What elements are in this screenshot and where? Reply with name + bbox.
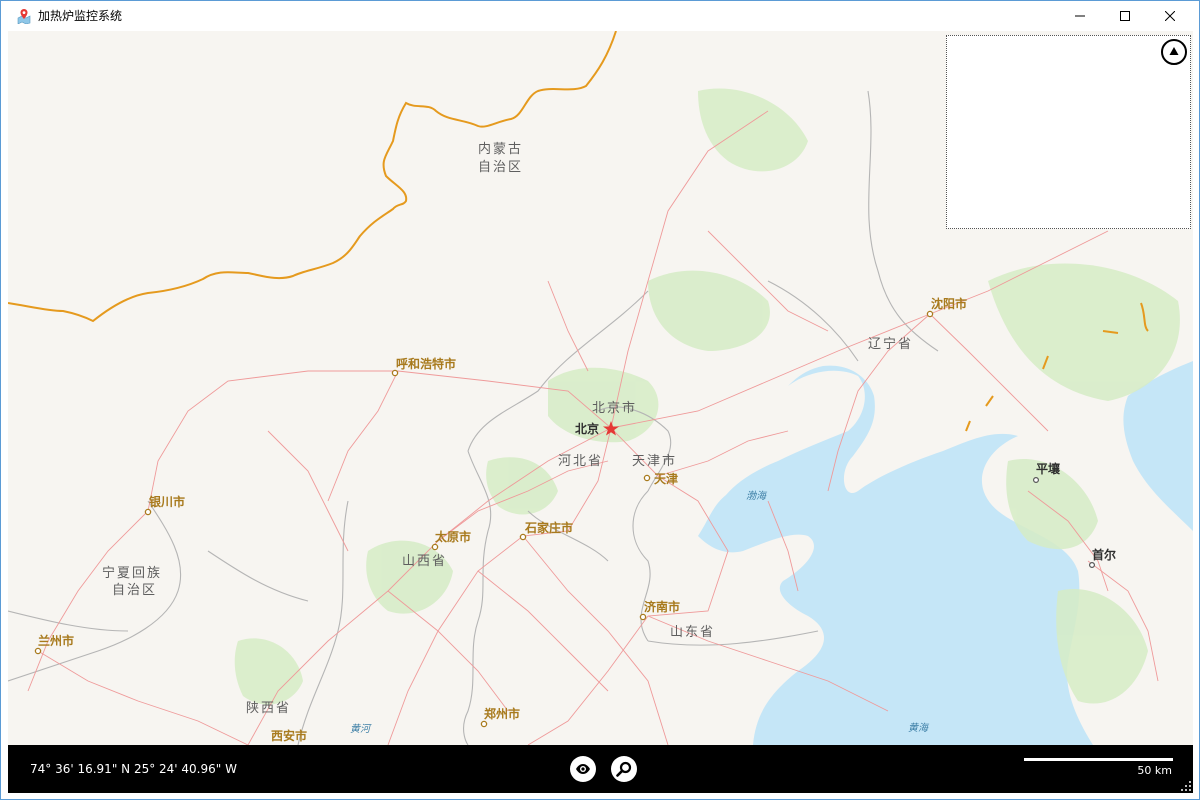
label-shandong: 山东省 [670, 625, 716, 640]
label-xian: 西安市 [271, 729, 308, 743]
label-taiyuan: 太原市 [435, 530, 472, 544]
label-jinan: 济南市 [644, 600, 681, 614]
label-bohai: 渤海 [746, 491, 766, 502]
label-pyongyang: 平壤 [1036, 462, 1061, 476]
label-shaanxi: 陕西省 [246, 701, 292, 716]
resize-grip-icon[interactable] [1181, 781, 1191, 791]
label-beijing-shi: 北京市 [592, 401, 638, 416]
city-dot-pyongyang [1032, 477, 1039, 484]
national-border [8, 31, 617, 323]
label-yinchuan: 银川市 [149, 495, 186, 509]
close-icon [1165, 11, 1175, 21]
label-lanzhou: 兰州市 [38, 634, 75, 648]
minimize-icon [1075, 15, 1085, 17]
scale-label: 50 km [1137, 764, 1172, 777]
overview-map-panel[interactable] [946, 35, 1191, 229]
coordinates-readout: 74° 36' 16.91" N 25° 24' 40.96" W [30, 762, 237, 776]
status-bar: 74° 36' 16.91" N 25° 24' 40.96" W 50 km [8, 745, 1193, 793]
city-dot-yinchuan [144, 508, 152, 516]
sea-area [698, 365, 1093, 745]
label-shenyang: 沈阳市 [931, 297, 968, 311]
label-ningxia-line2: 自治区 [112, 583, 158, 598]
label-hebei: 河北省 [558, 454, 604, 469]
label-neimenggu-line2: 自治区 [478, 160, 524, 175]
label-liaoning: 辽宁省 [868, 337, 914, 352]
label-zhengzhou: 郑州市 [484, 707, 521, 721]
label-tianjin-shi: 天津市 [632, 454, 678, 469]
city-dot-taiyuan [431, 543, 439, 551]
scale-bar [1024, 758, 1173, 761]
city-dot-shenyang [926, 310, 934, 318]
minimize-button[interactable] [1057, 1, 1103, 31]
triangle-up-icon [1169, 47, 1179, 55]
label-huanghe: 黄河 [350, 724, 370, 735]
province-borders [8, 90, 939, 745]
label-tianjin: 天津 [654, 472, 679, 486]
label-beijing: 北京 [575, 422, 600, 436]
map-view[interactable]: 内蒙古 自治区 呼和浩特市 北京市 北京 河北省 天津市 天津 沈阳市 辽宁省 … [8, 31, 1193, 745]
city-dot-jinan [639, 613, 647, 621]
title-bar[interactable]: 加热炉监控系统 [1, 1, 1199, 31]
search-button[interactable] [611, 756, 637, 782]
label-shanxi: 山西省 [402, 554, 448, 569]
label-huanghai: 黄海 [908, 723, 928, 734]
label-shijiazhuang: 石家庄市 [525, 521, 574, 535]
eye-button[interactable] [570, 756, 596, 782]
city-dot-zhengzhou [480, 720, 488, 728]
label-ningxia-line1: 宁夏回族 [102, 566, 163, 581]
app-window: 加热炉监控系统 内蒙古 自治区 呼和浩特市 北京市 北京 河北省 天津市 天津 … [0, 0, 1200, 800]
overview-toggle-button[interactable] [1161, 39, 1187, 65]
maximize-icon [1120, 11, 1130, 21]
city-dot-seoul [1088, 561, 1095, 568]
eye-icon [576, 764, 590, 774]
map-pin-icon [17, 9, 31, 24]
city-dot-lanzhou [34, 647, 42, 655]
magnifier-icon [616, 761, 632, 777]
city-dot-huhehaote [391, 369, 399, 377]
window-title: 加热炉监控系统 [38, 9, 123, 23]
city-dot-shijiazhuang [519, 533, 527, 541]
maximize-button[interactable] [1102, 1, 1148, 31]
label-neimenggu-line1: 内蒙古 [478, 142, 524, 157]
close-button[interactable] [1147, 1, 1193, 31]
label-seoul: 首尔 [1092, 548, 1117, 562]
label-huhehaote: 呼和浩特市 [396, 357, 457, 371]
city-dot-tianjin [643, 474, 651, 482]
